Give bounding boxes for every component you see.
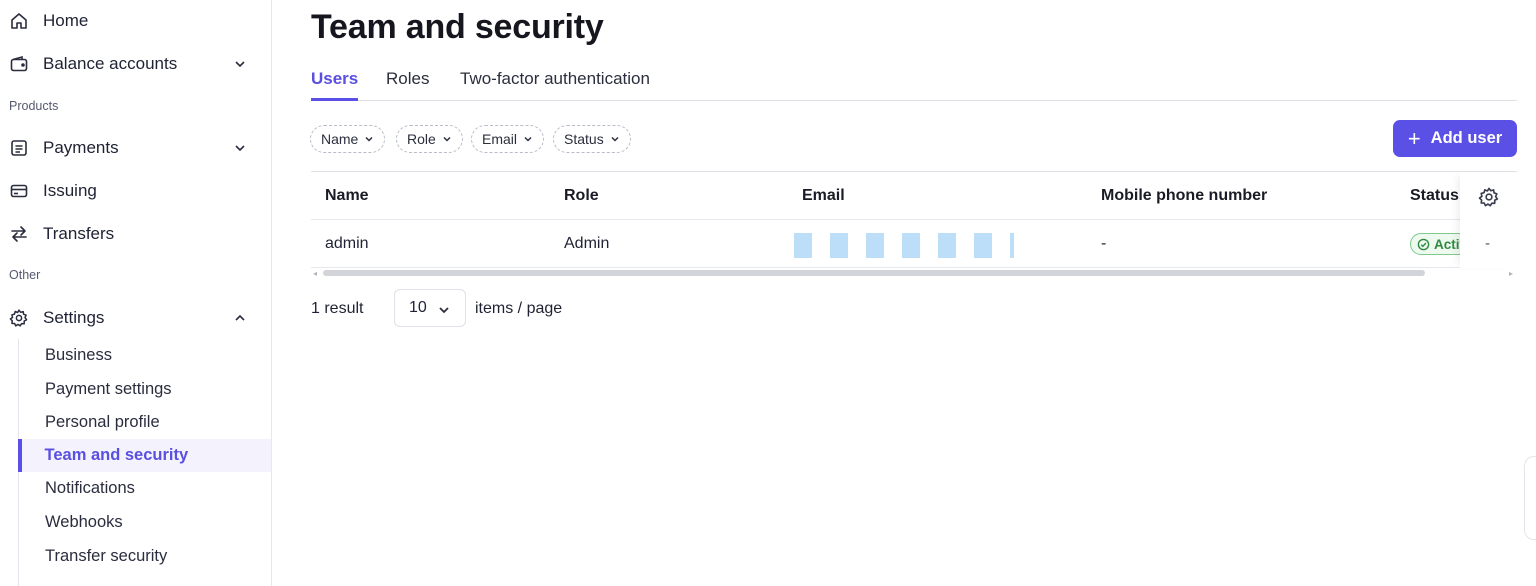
horizontal-scrollbar[interactable]: ◂ ▸ <box>313 269 1513 278</box>
sidebar-item-transfer-security[interactable]: Transfer security <box>19 540 272 573</box>
chevron-down-icon <box>235 145 245 152</box>
tab-roles[interactable]: Roles <box>386 69 429 101</box>
section-label-other: Other <box>9 268 41 282</box>
cell-email-redacted <box>794 233 1014 258</box>
add-user-button[interactable]: + Add user <box>1393 120 1517 157</box>
page-title: Team and security <box>311 8 604 46</box>
cell-role: Admin <box>564 235 610 252</box>
filter-label: Status <box>564 131 604 147</box>
gear-icon <box>9 308 29 328</box>
sidebar-item-webhooks[interactable]: Webhooks <box>19 506 272 539</box>
wallet-icon <box>9 54 29 74</box>
column-header-role[interactable]: Role <box>564 187 599 205</box>
chevron-up-icon <box>235 314 245 321</box>
cell-extra: - <box>1485 235 1490 252</box>
sidebar-item-home[interactable]: Home <box>0 1 271 41</box>
cell-name: admin <box>325 235 369 252</box>
scroll-right-icon[interactable]: ▸ <box>1509 269 1513 278</box>
filter-status[interactable]: Status <box>553 125 631 153</box>
sidebar-item-personal-profile[interactable]: Personal profile <box>19 406 272 439</box>
sidebar-item-label: Balance accounts <box>43 54 178 73</box>
side-panel-handle[interactable] <box>1524 456 1536 540</box>
sidebar-item-business[interactable]: Business <box>19 339 272 372</box>
tab-users[interactable]: Users <box>311 69 359 101</box>
chevron-down-icon <box>443 136 451 142</box>
receipt-icon <box>9 138 29 158</box>
settings-submenu: Business Payment settings Personal profi… <box>17 339 272 586</box>
chevron-down-icon <box>365 136 373 142</box>
chevron-down-icon <box>439 307 449 314</box>
column-header-email[interactable]: Email <box>802 187 845 205</box>
section-label-products: Products <box>9 99 59 113</box>
users-table: Name Role Email Mobile phone number Stat… <box>311 171 1517 269</box>
sidebar-item-payment-settings[interactable]: Payment settings <box>19 373 272 406</box>
chevron-down-icon <box>235 61 245 68</box>
tab-bar: Users Roles Two-factor authentication <box>311 66 1517 101</box>
scroll-left-icon[interactable]: ◂ <box>313 269 317 278</box>
sidebar-item-label: Payments <box>43 138 119 157</box>
arrows-swap-icon <box>9 224 29 244</box>
filter-label: Email <box>482 131 518 147</box>
gear-icon[interactable] <box>1478 186 1500 208</box>
chevron-down-icon <box>524 136 532 142</box>
filter-name[interactable]: Name <box>310 125 386 153</box>
add-user-label: Add user <box>1430 129 1503 147</box>
filter-label: Name <box>321 131 359 147</box>
plus-icon: + <box>1407 125 1421 151</box>
items-per-page-label: items / page <box>475 300 563 317</box>
scrollbar-thumb[interactable] <box>323 270 1425 276</box>
cell-mobile: - <box>1101 235 1107 252</box>
sidebar-item-notifications[interactable]: Notifications <box>19 472 272 505</box>
filter-role[interactable]: Role <box>396 125 463 153</box>
sidebar-item-team-and-security[interactable]: Team and security <box>17 439 271 472</box>
sidebar-item-settings[interactable]: Settings <box>0 298 271 338</box>
filter-email[interactable]: Email <box>471 125 545 153</box>
sidebar-item-label: Settings <box>43 308 105 327</box>
card-icon <box>9 181 29 201</box>
sidebar-item-label: Issuing <box>43 181 97 200</box>
home-icon <box>9 11 29 31</box>
column-settings-sticky: - <box>1460 172 1517 268</box>
page-size-select[interactable]: 10 <box>394 289 466 327</box>
filter-label: Role <box>407 131 436 147</box>
page-size-value: 10 <box>409 299 427 316</box>
table-row[interactable]: admin Admin - Active <box>311 220 1517 268</box>
sidebar-item-label: Home <box>43 11 89 30</box>
result-count: 1 result <box>311 300 364 317</box>
sidebar: Home Balance accounts Products Payments … <box>0 0 272 586</box>
tab-two-factor-authentication[interactable]: Two-factor authentication <box>460 69 650 101</box>
sidebar-item-balance-accounts[interactable]: Balance accounts <box>0 44 271 84</box>
column-header-status[interactable]: Status <box>1410 187 1459 205</box>
sidebar-item-issuing[interactable]: Issuing <box>0 171 271 211</box>
column-header-name[interactable]: Name <box>325 187 369 205</box>
sidebar-item-transfers[interactable]: Transfers <box>0 214 271 254</box>
sidebar-item-payments[interactable]: Payments <box>0 128 271 168</box>
check-circle-icon <box>1417 238 1430 250</box>
chevron-down-icon <box>611 136 619 142</box>
table-header: Name Role Email Mobile phone number Stat… <box>311 172 1517 220</box>
sidebar-item-label: Transfers <box>43 224 115 243</box>
column-header-mobile-phone[interactable]: Mobile phone number <box>1101 187 1267 205</box>
